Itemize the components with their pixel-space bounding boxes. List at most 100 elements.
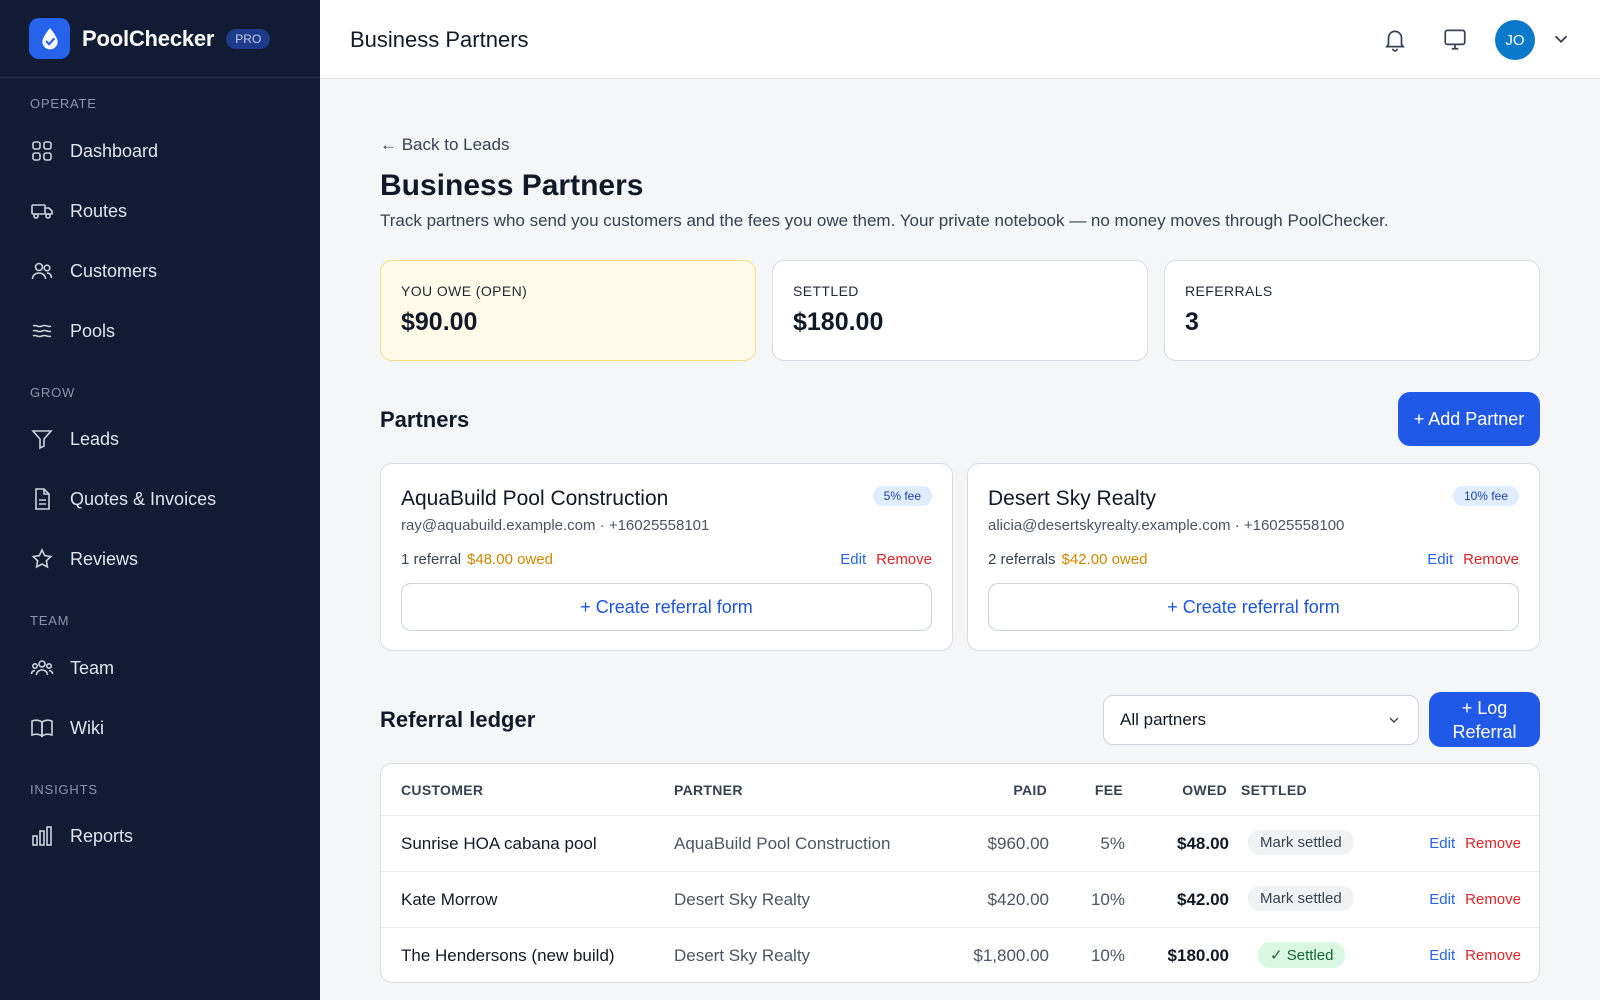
edit-row-link[interactable]: Edit xyxy=(1429,891,1455,908)
remove-partner-link[interactable]: Remove xyxy=(876,551,932,568)
stat-referrals: REFERRALS 3 xyxy=(1164,260,1540,361)
table-row: Sunrise HOA cabana pool AquaBuild Pool C… xyxy=(381,815,1539,871)
partner-cell: AquaBuild Pool Construction xyxy=(674,834,891,853)
sidebar-item-reviews[interactable]: Reviews xyxy=(0,529,320,589)
sidebar-item-pools[interactable]: Pools xyxy=(0,301,320,361)
partner-filter-select[interactable]: All partners xyxy=(1103,695,1419,745)
water-drop-logo-icon xyxy=(29,18,70,59)
remove-row-link[interactable]: Remove xyxy=(1465,947,1521,964)
referral-ledger-table: CUSTOMER PARTNER PAID FEE OWED SETTLED S… xyxy=(380,763,1540,983)
owed-cell: $48.00 xyxy=(1177,834,1229,853)
paid-cell: $420.00 xyxy=(987,890,1049,909)
owed-amount: $42.00 owed xyxy=(1061,551,1148,568)
brand-name: PoolChecker xyxy=(82,25,215,51)
monitor-icon[interactable] xyxy=(1442,26,1468,52)
remove-row-link[interactable]: Remove xyxy=(1465,891,1521,908)
sidebar-item-label: Customers xyxy=(70,260,158,281)
log-referral-button[interactable]: + Log Referral xyxy=(1429,692,1540,747)
table-row: Kate Morrow Desert Sky Realty $420.00 10… xyxy=(381,871,1539,927)
settled-status-badge[interactable]: ✓ Settled xyxy=(1258,942,1346,968)
nav-section-team: TEAM xyxy=(30,613,70,628)
sidebar-item-dashboard[interactable]: Dashboard xyxy=(0,121,320,181)
partner-cell: Desert Sky Realty xyxy=(674,890,811,909)
table-row: The Hendersons (new build) Desert Sky Re… xyxy=(381,927,1539,982)
partner-contact: ray@aquabuild.example.com · +16025558101 xyxy=(401,517,710,534)
column-header-owed: OWED xyxy=(1182,782,1227,798)
sidebar-item-label: Dashboard xyxy=(70,140,159,161)
sidebar-item-customers[interactable]: Customers xyxy=(0,241,320,301)
stat-settled: SETTLED $180.00 xyxy=(772,260,1148,361)
edit-partner-link[interactable]: Edit xyxy=(840,551,866,568)
page-title: Business Partners xyxy=(380,169,644,202)
column-header-fee: FEE xyxy=(1094,782,1123,798)
create-referral-form-button[interactable]: + Create referral form xyxy=(988,583,1519,631)
column-header-paid: PAID xyxy=(1013,782,1047,798)
mark-settled-button[interactable]: Mark settled xyxy=(1248,830,1354,855)
remove-partner-link[interactable]: Remove xyxy=(1463,551,1519,568)
partner-name: AquaBuild Pool Construction xyxy=(401,487,669,510)
fee-cell: 5% xyxy=(1100,834,1125,853)
stat-label: SETTLED xyxy=(793,283,859,299)
column-header-partner: PARTNER xyxy=(674,782,743,798)
team-icon xyxy=(30,660,54,676)
grid-icon xyxy=(32,141,52,161)
bell-icon[interactable] xyxy=(1382,26,1408,52)
back-to-leads-link[interactable]: ← Back to Leads xyxy=(380,135,509,155)
partner-actions: Edit Remove xyxy=(840,551,932,568)
fee-cell: 10% xyxy=(1090,890,1125,909)
partner-summary: 1 referral $48.00 owed xyxy=(401,551,553,568)
row-actions: Edit Remove xyxy=(1429,947,1521,964)
sidebar-item-quotes-invoices[interactable]: Quotes & Invoices xyxy=(0,469,320,529)
stat-label: REFERRALS xyxy=(1185,283,1273,299)
owed-cell: $180.00 xyxy=(1167,946,1229,965)
remove-row-link[interactable]: Remove xyxy=(1465,835,1521,852)
chevron-down-icon xyxy=(1389,717,1399,723)
partners-heading: Partners xyxy=(380,407,470,432)
create-referral-form-button[interactable]: + Create referral form xyxy=(401,583,932,631)
avatar[interactable]: JO xyxy=(1495,20,1535,60)
customer-cell: Sunrise HOA cabana pool xyxy=(401,834,597,853)
partner-summary: 2 referrals $42.00 owed xyxy=(988,551,1147,568)
stat-label: YOU OWE (OPEN) xyxy=(401,283,528,299)
stat-value: $90.00 xyxy=(401,308,478,336)
funnel-icon xyxy=(31,430,53,450)
edit-row-link[interactable]: Edit xyxy=(1429,947,1455,964)
waves-icon xyxy=(32,324,52,338)
paid-cell: $1,800.00 xyxy=(973,946,1049,965)
referral-count: 1 referral xyxy=(401,551,462,568)
sidebar-item-team[interactable]: Team xyxy=(0,638,320,698)
partner-cell: Desert Sky Realty xyxy=(674,946,811,965)
nav-section-insights: INSIGHTS xyxy=(30,782,98,797)
stat-value: 3 xyxy=(1185,308,1199,336)
sidebar-item-label: Reports xyxy=(70,825,134,846)
sidebar-item-wiki[interactable]: Wiki xyxy=(0,698,320,758)
sidebar-item-label: Routes xyxy=(70,200,128,221)
column-header-settled: SETTLED xyxy=(1241,782,1307,798)
sidebar: PoolChecker PRO OPERATE Dashboard Routes… xyxy=(0,0,320,1000)
sidebar-item-label: Wiki xyxy=(70,717,104,738)
page-description: Track partners who send you customers an… xyxy=(380,211,1389,230)
brand[interactable]: PoolChecker PRO xyxy=(0,0,320,78)
edit-row-link[interactable]: Edit xyxy=(1429,835,1455,852)
sidebar-item-label: Leads xyxy=(70,428,120,449)
mark-settled-button[interactable]: Mark settled xyxy=(1248,886,1354,911)
referral-count: 2 referrals xyxy=(988,551,1056,568)
chevron-down-icon[interactable] xyxy=(1550,28,1572,50)
add-partner-button[interactable]: + Add Partner xyxy=(1398,392,1540,446)
topbar: Business Partners JO xyxy=(320,0,1600,79)
topbar-title: Business Partners xyxy=(350,27,529,52)
sidebar-item-label: Pools xyxy=(70,320,116,341)
partner-card: Desert Sky Realty alicia@desertskyrealty… xyxy=(967,463,1540,651)
sidebar-item-reports[interactable]: Reports xyxy=(0,806,320,866)
sidebar-item-leads[interactable]: Leads xyxy=(0,409,320,469)
partner-contact: alicia@desertskyrealty.example.com · +16… xyxy=(988,517,1345,534)
customer-cell: Kate Morrow xyxy=(401,890,498,909)
sidebar-item-routes[interactable]: Routes xyxy=(0,181,320,241)
partner-name: Desert Sky Realty xyxy=(988,487,1157,510)
book-icon xyxy=(31,719,53,738)
edit-partner-link[interactable]: Edit xyxy=(1427,551,1453,568)
referral-ledger-heading: Referral ledger xyxy=(380,707,536,732)
users-icon xyxy=(31,262,53,280)
partner-actions: Edit Remove xyxy=(1427,551,1519,568)
fee-cell: 10% xyxy=(1090,946,1125,965)
